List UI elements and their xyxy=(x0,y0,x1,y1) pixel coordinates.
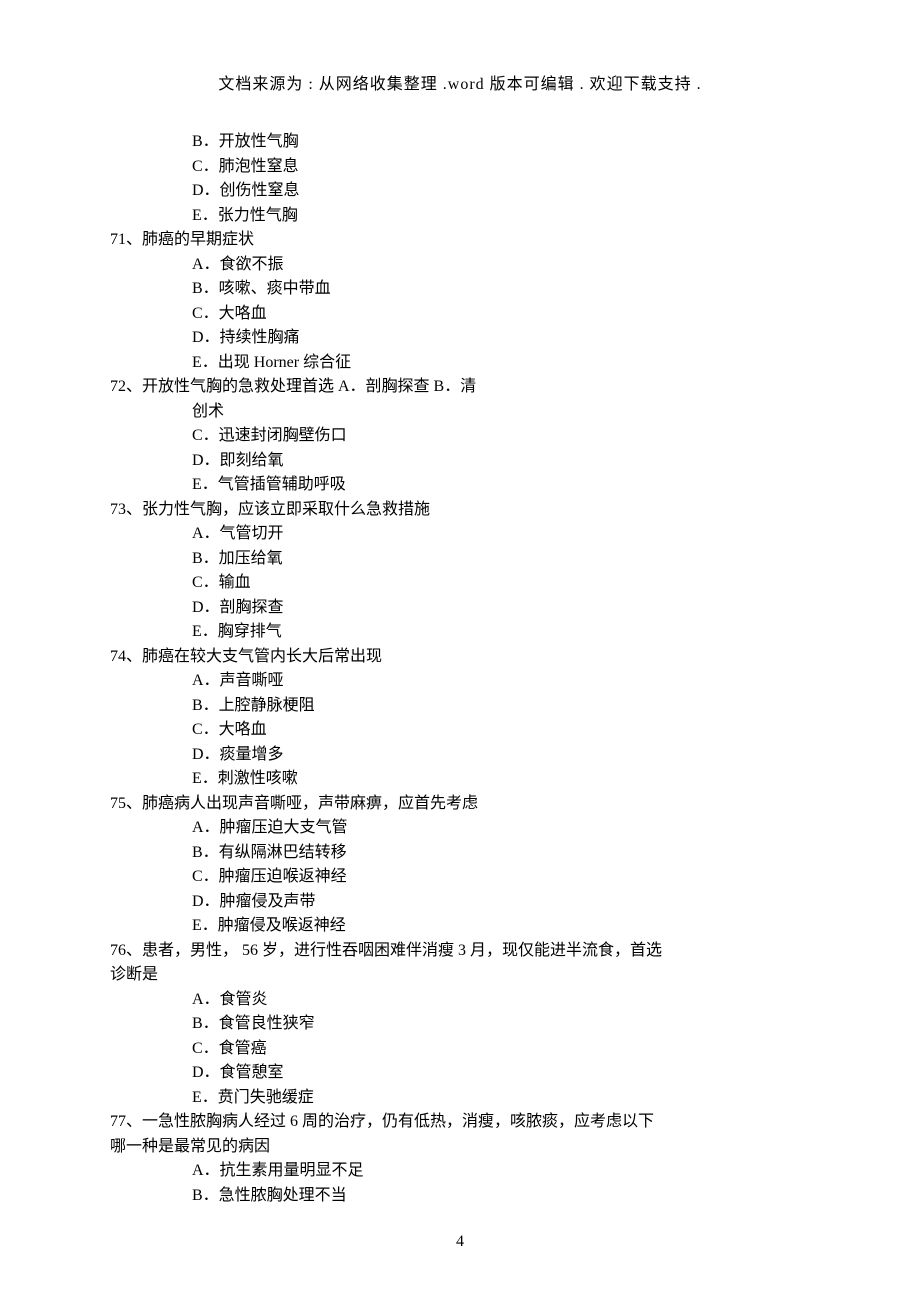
option-line: D．持续性胸痛 xyxy=(110,326,810,351)
option-line: A．肿瘤压迫大支气管 xyxy=(110,816,810,841)
option-line: B．有纵隔淋巴结转移 xyxy=(110,841,810,866)
option-line: A．抗生素用量明显不足 xyxy=(110,1159,810,1184)
option-line: A．食欲不振 xyxy=(110,253,810,278)
option-line: D．痰量增多 xyxy=(110,743,810,768)
option-line: D．肿瘤侵及声带 xyxy=(110,890,810,915)
option-line: A．气管切开 xyxy=(110,522,810,547)
option-line: E．张力性气胸 xyxy=(110,204,810,229)
option-line: B．上腔静脉梗阻 xyxy=(110,694,810,719)
option-line: B．咳嗽、痰中带血 xyxy=(110,277,810,302)
question-stem-cont: 哪一种是最常见的病因 xyxy=(110,1135,810,1160)
page-number: 4 xyxy=(0,1233,920,1251)
option-line: E．刺激性咳嗽 xyxy=(110,767,810,792)
document-page: 文档来源为 : 从网络收集整理 .word 版本可编辑 . 欢迎下载支持 . B… xyxy=(0,0,920,1303)
option-line: B．急性脓胸处理不当 xyxy=(110,1184,810,1209)
option-line: C．食管癌 xyxy=(110,1037,810,1062)
option-line: C．迅速封闭胸壁伤口 xyxy=(110,424,810,449)
question-stem-cont: 创术 xyxy=(110,400,810,425)
option-line: C．肿瘤压迫喉返神经 xyxy=(110,865,810,890)
option-line: C．肺泡性窒息 xyxy=(110,155,810,180)
question-stem: 75、肺癌病人出现声音嘶哑，声带麻痹，应首先考虑 xyxy=(110,792,810,817)
question-stem: 72、开放性气胸的急救处理首选 A．剖胸探查 B．清 xyxy=(110,375,810,400)
option-line: E．贲门失驰缓症 xyxy=(110,1086,810,1111)
question-stem: 77、一急性脓胸病人经过 6 周的治疗，仍有低热，消瘦，咳脓痰，应考虑以下 xyxy=(110,1110,810,1135)
page-header: 文档来源为 : 从网络收集整理 .word 版本可编辑 . 欢迎下载支持 . xyxy=(110,70,810,94)
option-line: E．出现 Horner 综合征 xyxy=(110,351,810,376)
option-line: D．食管憩室 xyxy=(110,1061,810,1086)
option-line: B．加压给氧 xyxy=(110,547,810,572)
option-line: E．肿瘤侵及喉返神经 xyxy=(110,914,810,939)
option-line: C．大咯血 xyxy=(110,302,810,327)
question-stem: 71、肺癌的早期症状 xyxy=(110,228,810,253)
document-body: B．开放性气胸 C．肺泡性窒息 D．创伤性窒息 E．张力性气胸 71、肺癌的早期… xyxy=(110,130,810,1208)
option-line: E．胸穿排气 xyxy=(110,620,810,645)
option-line: E．气管插管辅助呼吸 xyxy=(110,473,810,498)
option-line: D．剖胸探查 xyxy=(110,596,810,621)
question-stem: 74、肺癌在较大支气管内长大后常出现 xyxy=(110,645,810,670)
option-line: B．开放性气胸 xyxy=(110,130,810,155)
option-line: C．大咯血 xyxy=(110,718,810,743)
option-line: D．即刻给氧 xyxy=(110,449,810,474)
question-stem: 73、张力性气胸，应该立即采取什么急救措施 xyxy=(110,498,810,523)
option-line: A．食管炎 xyxy=(110,988,810,1013)
option-line: C．输血 xyxy=(110,571,810,596)
option-line: A．声音嘶哑 xyxy=(110,669,810,694)
question-stem: 76、患者，男性， 56 岁，进行性吞咽困难伴消瘦 3 月，现仅能进半流食，首选 xyxy=(110,939,810,964)
option-line: B．食管良性狭窄 xyxy=(110,1012,810,1037)
option-line: D．创伤性窒息 xyxy=(110,179,810,204)
question-stem-cont: 诊断是 xyxy=(110,963,810,988)
